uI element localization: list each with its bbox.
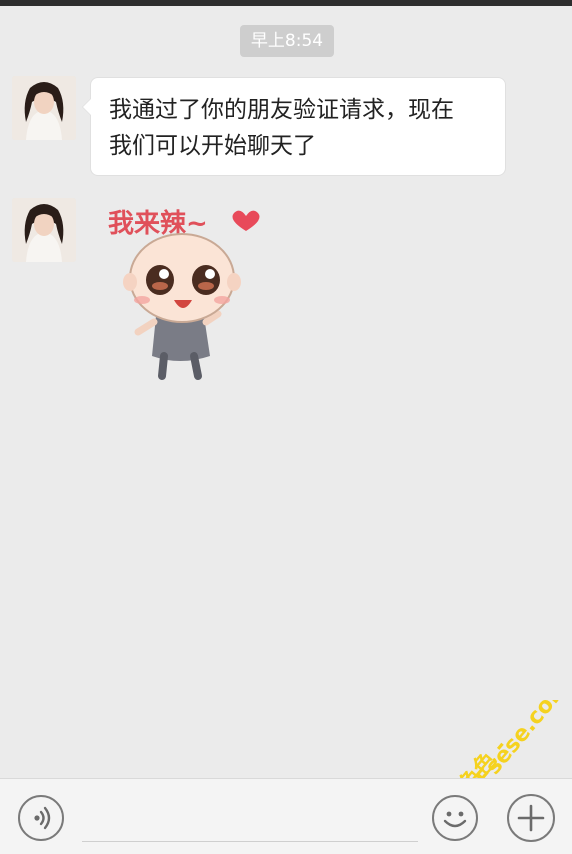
emoji-button[interactable] (432, 795, 478, 841)
input-bar (0, 778, 572, 854)
status-bar (0, 0, 572, 6)
message-input[interactable] (82, 841, 418, 842)
emoji-icon (443, 811, 467, 828)
plus-icon (517, 804, 545, 832)
contact-avatar[interactable] (12, 76, 76, 140)
timestamp-badge: 早上8:54 (240, 25, 334, 57)
message-bubble[interactable]: 我通过了你的朋友验证请求，现在 我们可以开始聊天了 (82, 77, 506, 176)
contact-avatar[interactable] (12, 198, 76, 262)
message-text-line-1: 我通过了你的朋友验证请求，现在 (109, 97, 454, 123)
voice-button[interactable] (18, 795, 64, 841)
message-text-line-2: 我们可以开始聊天了 (109, 133, 316, 159)
more-button[interactable] (507, 794, 555, 842)
heart-icon (232, 210, 260, 231)
sticker-message[interactable]: 我来辣~ (104, 196, 274, 386)
voice-icon (34, 806, 51, 830)
